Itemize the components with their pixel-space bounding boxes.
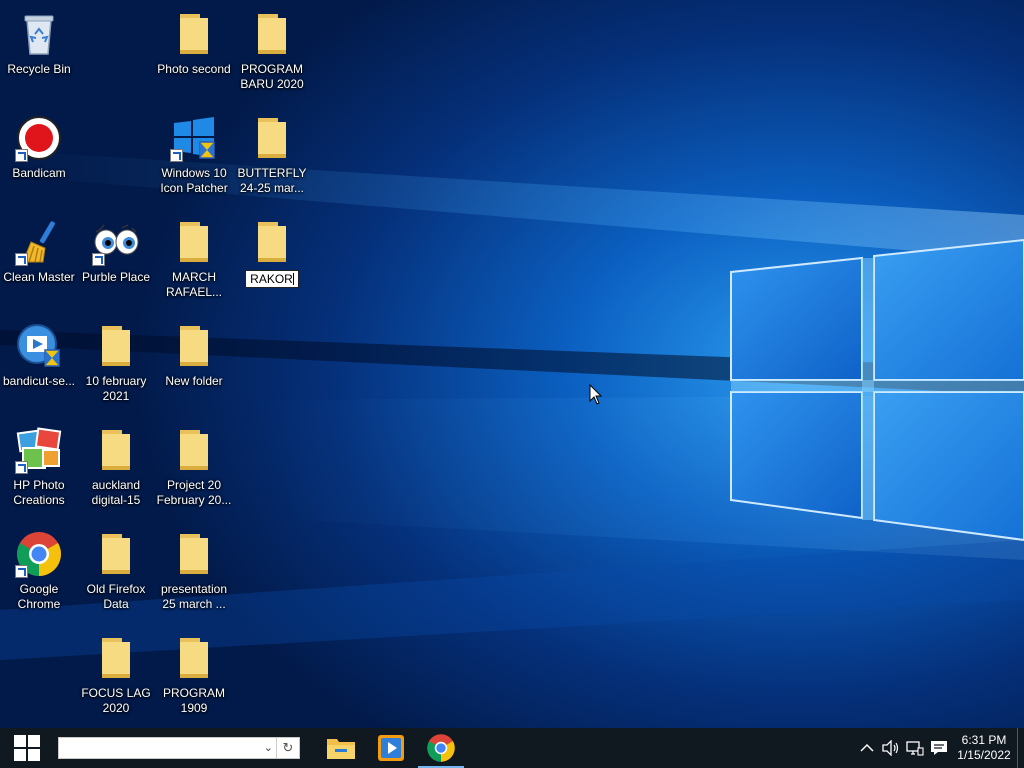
desktop-icon-label: Purble Place (81, 270, 151, 284)
folder-icon (248, 10, 296, 58)
desktop-icon-folder-rakor[interactable]: RAKOR (233, 212, 311, 312)
desktop-icon-label: MARCH RAFAEL... (165, 270, 223, 299)
desktop-icon-folder-program-1909[interactable]: PROGRAM 1909 (155, 628, 233, 728)
notification-icon[interactable] (927, 728, 951, 768)
folder-icon (170, 322, 218, 370)
desktop-icon-label: PROGRAM BARU 2020 (240, 62, 304, 91)
bandicam-icon (15, 114, 63, 162)
chevron-down-icon[interactable]: ⌄ (264, 741, 273, 754)
desktop-icon-folder-photo-second[interactable]: Photo second (155, 4, 233, 104)
folder-icon (170, 426, 218, 474)
hp-photo-icon (15, 426, 63, 474)
desktop-icon-label: auckland digital-15 (91, 478, 141, 507)
volume-icon[interactable] (879, 728, 903, 768)
chrome-icon (15, 530, 63, 578)
desktop-icon-label: Google Chrome (17, 582, 61, 611)
system-tray: 6:31 PM 1/15/2022 (855, 728, 1024, 768)
text-caret (292, 273, 294, 285)
broom-icon (15, 218, 63, 266)
desktop-icon-windows-10-icon-patcher[interactable]: Windows 10 Icon Patcher (155, 108, 233, 208)
desktop-icon-folder-auckland-digital-15[interactable]: auckland digital-15 (77, 420, 155, 520)
desktop-icon-label: PROGRAM 1909 (162, 686, 225, 715)
network-icon[interactable] (903, 728, 927, 768)
desktop-icon-label: FOCUS LAG 2020 (81, 686, 151, 715)
refresh-icon[interactable]: ↻ (276, 738, 299, 758)
start-button[interactable] (0, 728, 54, 768)
folder-icon (92, 322, 140, 370)
desktop-icon-folder-old-firefox-data[interactable]: Old Firefox Data (77, 524, 155, 624)
folder-icon (170, 10, 218, 58)
shortcut-arrow-icon (92, 253, 105, 266)
file-explorer-icon (327, 739, 355, 759)
rename-input-text: RAKOR (250, 272, 293, 286)
desktop-icon-label: Recycle Bin (7, 62, 71, 76)
desktop-icon-label: Photo second (157, 62, 231, 76)
folder-icon (92, 426, 140, 474)
recycle-bin-icon (15, 10, 63, 58)
taskbar-clock[interactable]: 6:31 PM 1/15/2022 (955, 733, 1013, 763)
windows-logo-icon (14, 735, 40, 761)
desktop-icon-label: Clean Master (3, 270, 75, 284)
desktop-icon-folder-focus-lag-2020[interactable]: FOCUS LAG 2020 (77, 628, 155, 728)
folder-icon (170, 218, 218, 266)
shortcut-arrow-icon (170, 149, 183, 162)
desktop-icon-folder-butterfly[interactable]: BUTTERFLY 24-25 mar... (233, 108, 311, 208)
folder-icon (248, 218, 296, 266)
desktop-icon-label: presentation 25 march ... (160, 582, 228, 611)
chevron-up-icon[interactable] (855, 728, 879, 768)
chrome-icon (427, 734, 455, 762)
desktop-icon-folder-10-february-2021[interactable]: 10 february 2021 (77, 316, 155, 416)
folder-icon (248, 114, 296, 162)
eyes-icon (92, 218, 140, 266)
bandicut-icon (15, 322, 63, 370)
desktop-icon-label: Windows 10 Icon Patcher (160, 166, 228, 195)
search-input[interactable] (59, 738, 255, 758)
desktop-icon-hp-photo-creations[interactable]: HP Photo Creations (0, 420, 78, 520)
desktop-icon-label: bandicut-se... (2, 374, 76, 388)
desktop-icon-label: BUTTERFLY 24-25 mar... (237, 166, 307, 195)
taskbar-search-box: ⌄ ↻ (58, 737, 300, 759)
desktop-icon-purble-place[interactable]: Purble Place (77, 212, 155, 312)
shortcut-arrow-icon (15, 461, 28, 474)
taskbar-app-media-player[interactable] (366, 728, 416, 768)
desktop-icon-label: HP Photo Creations (13, 478, 65, 507)
desktop-icon-bandicam[interactable]: Bandicam (0, 108, 78, 208)
show-desktop-button[interactable] (1017, 728, 1024, 768)
desktop-icon-folder-new-folder[interactable]: New folder (155, 316, 233, 416)
desktop-icon-folder-march-rafael[interactable]: MARCH RAFAEL... (155, 212, 233, 312)
desktop-icon-recycle-bin[interactable]: Recycle Bin (0, 4, 78, 104)
folder-icon (92, 634, 140, 682)
shortcut-arrow-icon (15, 253, 28, 266)
taskbar-app-google-chrome[interactable] (416, 728, 466, 768)
desktop-icon-google-chrome[interactable]: Google Chrome (0, 524, 78, 624)
desktop-icon-folder-program-baru-2020[interactable]: PROGRAM BARU 2020 (233, 4, 311, 104)
desktop-icon-folder-project-20-february[interactable]: Project 20 February 20... (155, 420, 233, 520)
folder-icon (170, 634, 218, 682)
desktop-icon-label: Project 20 February 20... (156, 478, 232, 507)
desktop-icon-folder-presentation-25-march[interactable]: presentation 25 march ... (155, 524, 233, 624)
desktop-icon-label: Old Firefox Data (86, 582, 146, 611)
shortcut-arrow-icon (15, 149, 28, 162)
taskbar-app-file-explorer[interactable] (316, 728, 366, 768)
rename-input[interactable]: RAKOR (245, 270, 299, 288)
rename-field-container: RAKOR (233, 270, 311, 288)
folder-icon (170, 530, 218, 578)
taskbar: ⌄ ↻ 6:31 PM 1/15/2022 (0, 728, 1024, 768)
desktop-icon-clean-master[interactable]: Clean Master (0, 212, 78, 312)
clock-time: 6:31 PM (961, 733, 1007, 747)
desktop-icon-label: New folder (165, 374, 223, 388)
mouse-pointer-icon (589, 383, 603, 411)
desktop-icon-label: Bandicam (12, 166, 66, 180)
folder-icon (92, 530, 140, 578)
clock-date: 1/15/2022 (957, 748, 1011, 762)
windows-patcher-icon (170, 114, 218, 162)
media-player-icon (378, 735, 404, 761)
desktop-icon-bandicut[interactable]: bandicut-se... (0, 316, 78, 416)
desktop-icon-label: 10 february 2021 (85, 374, 147, 403)
shortcut-arrow-icon (15, 565, 28, 578)
